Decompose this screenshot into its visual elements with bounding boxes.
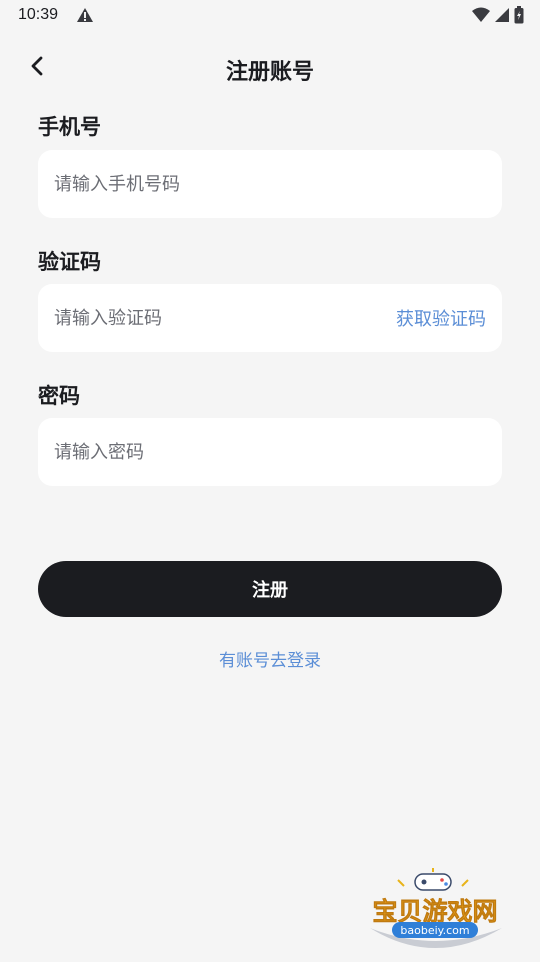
code-label: 验证码	[38, 250, 101, 274]
status-icons	[472, 6, 524, 28]
signal-icon	[494, 7, 510, 27]
status-time: 10:39	[18, 6, 59, 23]
phone-input[interactable]	[38, 150, 502, 218]
code-input[interactable]	[38, 284, 396, 352]
watermark-logo: 宝贝游戏网 baobeiy.com	[360, 868, 510, 958]
phone-label: 手机号	[38, 115, 101, 139]
get-code-button[interactable]: 获取验证码	[396, 305, 502, 331]
warning-icon	[76, 7, 94, 23]
phone-field-container	[38, 150, 502, 218]
password-field-container	[38, 418, 502, 486]
page-title: 注册账号	[225, 60, 314, 85]
svg-text:宝贝游戏网: 宝贝游戏网	[372, 897, 497, 926]
battery-icon	[514, 6, 524, 28]
code-field-container: 获取验证码	[38, 284, 502, 352]
login-link[interactable]: 有账号去登录	[0, 646, 540, 671]
nav-bar: 注册账号	[0, 40, 540, 96]
register-button[interactable]: 注册	[38, 561, 502, 617]
svg-text:baobeiy.com: baobeiy.com	[400, 924, 469, 937]
password-input[interactable]	[38, 418, 502, 486]
wifi-icon	[472, 7, 490, 27]
status-bar: 10:39	[0, 0, 540, 32]
password-label: 密码	[38, 384, 80, 408]
